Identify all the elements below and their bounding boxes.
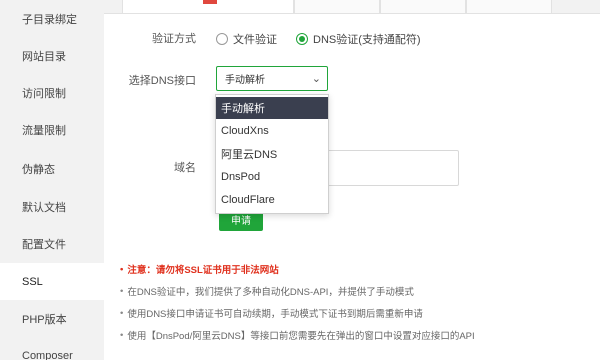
note-item: • 使用DNS接口申请证书可自动续期，手动模式下证书到期后需重新申请	[120, 306, 423, 321]
sidebar-item-config-file[interactable]: 配置文件	[0, 225, 104, 262]
dropdown-option-cloudxns[interactable]: CloudXns	[216, 120, 328, 142]
chevron-down-icon: ⌄	[311, 73, 321, 85]
sidebar-item-subdir-binding[interactable]: 子目录绑定	[0, 0, 104, 37]
sidebar-item-label: 网站目录	[22, 50, 66, 63]
sidebar-item-label: 配置文件	[22, 238, 66, 251]
bullet-icon: •	[120, 263, 124, 275]
sidebar-item-label: PHP版本	[22, 313, 67, 326]
note-text: 在DNS验证中，我们提供了多种自动化DNS-API，并提供了手动模式	[127, 287, 414, 298]
radio-label: DNS验证(支持通配符)	[313, 34, 421, 46]
tab[interactable]	[466, 0, 552, 14]
dns-interface-label: 选择DNS接口	[128, 75, 196, 87]
dropdown-option-dnspod[interactable]: DnsPod	[216, 166, 328, 188]
sidebar: 子目录绑定 网站目录 访问限制 流量限制 伪静态 默认文档 配置文件 SSL P…	[0, 0, 104, 360]
tab-active[interactable]	[122, 0, 294, 14]
dropdown-option-cloudflare[interactable]: CloudFlare	[216, 189, 328, 211]
verify-method-label: 验证方式	[152, 33, 196, 45]
note-warning: • 注意：请勿将SSL证书用于非法网站	[120, 262, 279, 277]
domain-label: 域名	[174, 162, 196, 174]
sidebar-item-rewrite[interactable]: 伪静态	[0, 150, 104, 187]
note-text: 使用DNS接口申请证书可自动续期，手动模式下证书到期后需重新申请	[127, 309, 423, 320]
tab[interactable]	[380, 0, 466, 14]
sidebar-item-site-directory[interactable]: 网站目录	[0, 37, 104, 74]
dns-dropdown-list: 手动解析 CloudXns 阿里云DNS DnsPod CloudFlare	[215, 94, 329, 214]
bullet-icon: •	[120, 329, 124, 341]
sidebar-item-label: 流量限制	[22, 124, 66, 137]
sidebar-item-php-version[interactable]: PHP版本	[0, 300, 104, 337]
bullet-icon: •	[120, 285, 124, 297]
dropdown-option-aliyun-dns[interactable]: 阿里云DNS	[216, 143, 328, 165]
select-value: 手动解析	[225, 75, 265, 86]
dropdown-option-manual[interactable]: 手动解析	[216, 97, 328, 119]
sidebar-item-label: 伪静态	[22, 163, 55, 176]
ssl-tab-strip	[104, 0, 600, 14]
radio-circle[interactable]	[216, 33, 228, 45]
dns-interface-select[interactable]: 手动解析 ⌄	[216, 66, 328, 91]
sidebar-item-label: 子目录绑定	[22, 13, 77, 26]
radio-dns-verify[interactable]: DNS验证(支持通配符)	[296, 31, 421, 47]
sidebar-item-composer[interactable]: Composer	[0, 337, 104, 360]
sidebar-item-traffic-limit[interactable]: 流量限制	[0, 111, 104, 148]
sidebar-item-label: Composer	[22, 349, 73, 360]
radio-label: 文件验证	[233, 34, 277, 46]
radio-file-verify[interactable]: 文件验证	[216, 31, 277, 47]
sidebar-item-access-limit[interactable]: 访问限制	[0, 74, 104, 111]
bullet-icon: •	[120, 307, 124, 319]
note-item: • 在DNS验证中，我们提供了多种自动化DNS-API，并提供了手动模式	[120, 284, 414, 299]
note-item: • 使用【DnsPod/阿里云DNS】等接口前您需要先在弹出的窗口中设置对应接口的…	[120, 328, 475, 343]
sidebar-item-ssl[interactable]: SSL	[0, 263, 104, 300]
note-text: 使用【DnsPod/阿里云DNS】等接口前您需要先在弹出的窗口中设置对应接口的A…	[127, 331, 475, 342]
radio-circle-checked[interactable]	[296, 33, 308, 45]
sidebar-item-default-document[interactable]: 默认文档	[0, 188, 104, 225]
note-text: 注意：请勿将SSL证书用于非法网站	[127, 265, 279, 276]
tab[interactable]	[294, 0, 380, 14]
sidebar-item-label: 默认文档	[22, 201, 66, 214]
sidebar-item-label: 访问限制	[22, 87, 66, 100]
tab-marker	[203, 0, 217, 4]
sidebar-item-label: SSL	[22, 275, 43, 288]
